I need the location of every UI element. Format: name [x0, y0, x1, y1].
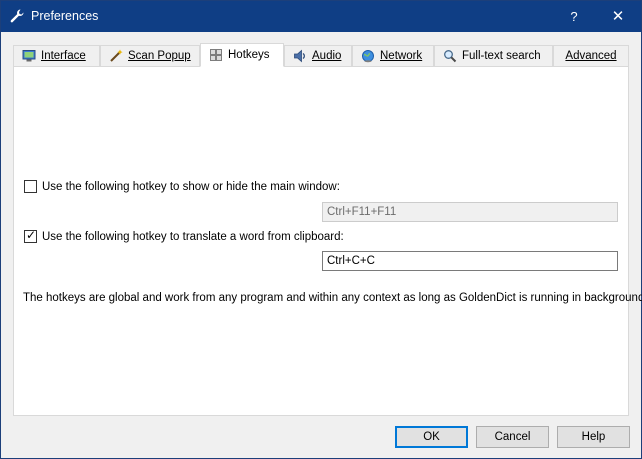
tab-bar: Interface Scan Popup Hotkeys Audio Netwo… — [13, 43, 629, 67]
clipboard-hotkey-label: Use the following hotkey to translate a … — [42, 230, 344, 243]
help-button[interactable]: Help — [557, 426, 630, 448]
tab-full-text-search[interactable]: Full-text search — [434, 45, 553, 66]
main-window-hotkey-checkbox[interactable] — [24, 180, 37, 193]
wand-icon — [110, 49, 123, 62]
tab-network[interactable]: Network — [352, 45, 434, 66]
clipboard-hotkey-field[interactable]: Ctrl+C+C — [322, 251, 618, 271]
title-bar[interactable]: Preferences ? ✕ — [1, 1, 641, 32]
tab-advanced[interactable]: Advanced — [553, 45, 629, 66]
tab-label: Full-text search — [462, 50, 541, 62]
preferences-window: Preferences ? ✕ Interface Scan Popup Hot… — [0, 0, 642, 459]
hotkeys-panel: Use the following hotkey to show or hide… — [13, 66, 642, 416]
magnifier-icon — [444, 50, 457, 63]
tab-label: Network — [380, 50, 423, 62]
help-title-button[interactable]: ? — [551, 1, 597, 32]
tab-label: Hotkeys — [228, 49, 270, 61]
checkmark-icon: ✓ — [26, 228, 37, 242]
keyboard-icon — [210, 49, 222, 61]
speaker-icon — [294, 49, 305, 63]
tab-label: Advanced — [565, 50, 617, 62]
globe-icon — [362, 50, 374, 63]
main-window-hotkey-option[interactable]: Use the following hotkey to show or hide… — [24, 180, 340, 193]
cancel-button[interactable]: Cancel — [476, 426, 549, 448]
tab-interface[interactable]: Interface — [13, 45, 100, 66]
main-window-hotkey-field: Ctrl+F11+F11 — [322, 202, 618, 222]
main-window-hotkey-label: Use the following hotkey to show or hide… — [42, 180, 340, 193]
monitor-icon — [22, 50, 36, 62]
clipboard-hotkey-checkbox[interactable]: ✓ — [24, 228, 37, 243]
tab-scan-popup[interactable]: Scan Popup — [100, 45, 200, 66]
tab-label: Scan Popup — [128, 50, 191, 62]
clipboard-hotkey-option[interactable]: ✓ Use the following hotkey to translate … — [24, 228, 344, 243]
tab-label: Audio — [312, 50, 342, 62]
wrench-icon — [10, 9, 24, 23]
window-title: Preferences — [31, 9, 99, 23]
tab-label: Interface — [41, 50, 86, 62]
close-button[interactable]: ✕ — [595, 1, 641, 32]
tab-hotkeys[interactable]: Hotkeys — [200, 43, 284, 67]
hotkeys-info-text: The hotkeys are global and work from any… — [23, 292, 642, 304]
tab-audio[interactable]: Audio — [284, 45, 352, 66]
ok-button[interactable]: OK — [395, 426, 468, 448]
